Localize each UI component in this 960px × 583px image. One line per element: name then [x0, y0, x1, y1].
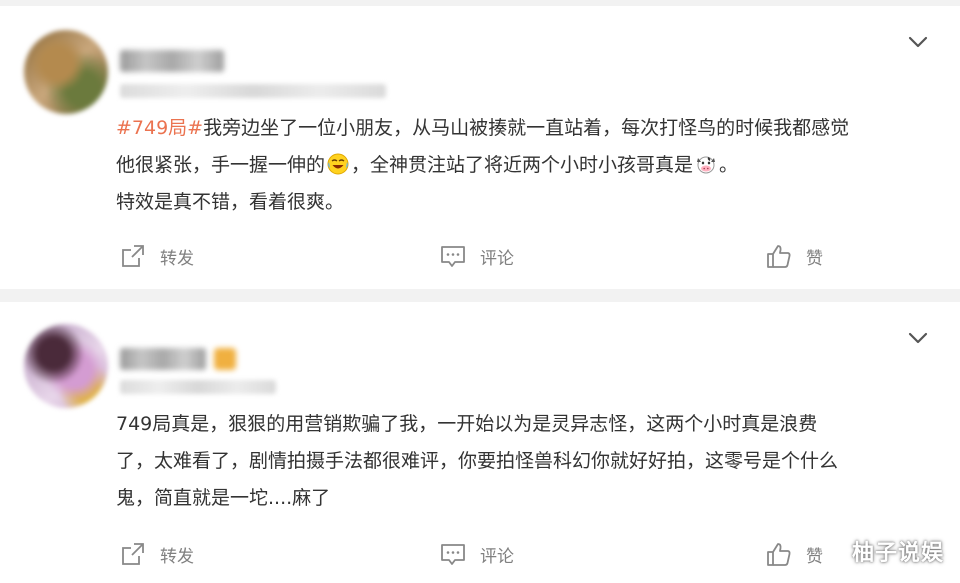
post-meta-blurred [120, 380, 276, 394]
like-label: 赞 [806, 248, 823, 269]
action-bar: 转发 评论 赞 [0, 534, 960, 574]
comment-icon [441, 544, 465, 565]
comment-line: 鬼，简直就是一坨....麻了 [116, 487, 331, 509]
laughing-crying-emoji-icon [327, 151, 349, 175]
comment-text: 749局真是，狠狠的用营销欺骗了我，一开始以为是灵异志怪，这两个小时真是浪费 了… [116, 406, 926, 517]
forward-icon [122, 543, 144, 565]
chevron-down-icon[interactable] [906, 326, 930, 350]
comment-button[interactable]: 评论 [440, 242, 514, 270]
hashtag-link[interactable]: #749局# [116, 117, 203, 139]
action-bar: 转发 评论 赞 [0, 236, 960, 276]
forward-button[interactable]: 转发 [120, 242, 194, 270]
comment-line: 。 [719, 154, 739, 176]
avatar[interactable] [24, 324, 108, 408]
comment-button[interactable]: 评论 [440, 540, 514, 568]
forward-button[interactable]: 转发 [120, 540, 194, 568]
comment-line: 了，太难看了，剧情拍摄手法都很难评，你要拍怪兽科幻你就好好拍，这零号是个什么 [116, 450, 839, 472]
thumbs-up-icon [767, 543, 791, 566]
comment-line: 他很紧张，手一握一伸的 [116, 154, 326, 176]
comment-card: 749局真是，狠狠的用营销欺骗了我，一开始以为是灵异志怪，这两个小时真是浪费 了… [0, 302, 960, 583]
comment-line: 749局真是，狠狠的用营销欺骗了我，一开始以为是灵异志怪，这两个小时真是浪费 [116, 413, 818, 435]
watermark: 柚子说娱 [851, 541, 944, 566]
cow-emoji-icon [695, 151, 717, 174]
chevron-down-icon[interactable] [906, 30, 930, 54]
thumbs-up-icon [767, 245, 791, 268]
forward-label: 转发 [160, 248, 194, 269]
forward-label: 转发 [160, 546, 194, 567]
comment-line: ，全神贯注站了将近两个小时小孩哥真是 [351, 154, 694, 176]
comment-icon [441, 246, 465, 267]
like-label: 赞 [806, 546, 823, 567]
comment-line: 我旁边坐了一位小朋友，从马山被揍就一直站着，每次打怪鸟的时候我都感觉 [203, 117, 850, 139]
comment-card: #749局#我旁边坐了一位小朋友，从马山被揍就一直站着，每次打怪鸟的时候我都感觉… [0, 6, 960, 289]
username-blurred[interactable] [120, 50, 224, 72]
avatar[interactable] [24, 30, 108, 114]
comment-label: 评论 [480, 248, 514, 269]
comment-label: 评论 [480, 546, 514, 567]
like-button[interactable]: 赞 [766, 242, 823, 270]
username-blurred[interactable] [120, 348, 206, 370]
forward-icon [122, 245, 144, 267]
like-button[interactable]: 赞 [766, 540, 823, 568]
comment-line: 特效是真不错，看着很爽。 [116, 191, 345, 213]
post-meta-blurred [120, 84, 386, 98]
user-badge-icon [214, 348, 236, 370]
comment-text: #749局#我旁边坐了一位小朋友，从马山被揍就一直站着，每次打怪鸟的时候我都感觉… [116, 110, 926, 221]
